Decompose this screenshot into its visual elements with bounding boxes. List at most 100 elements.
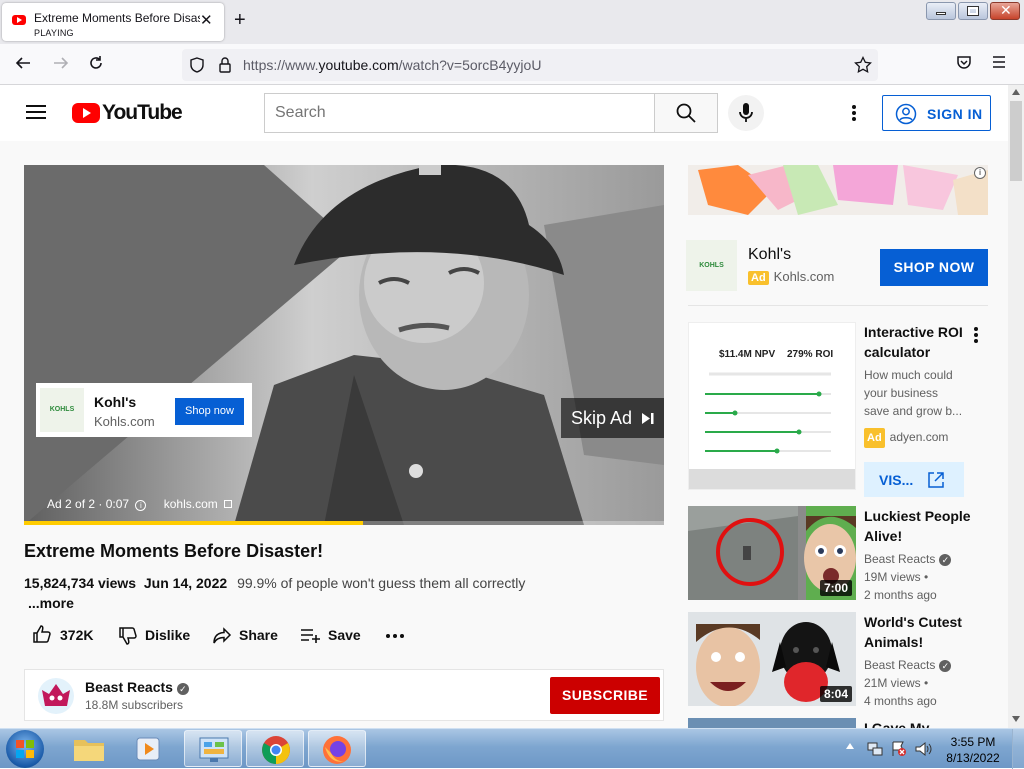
browser-tab-bar: Extreme Moments Before Disaster! PLAYING… [0, 0, 1024, 44]
sign-in-button[interactable]: SIGN IN [882, 95, 991, 131]
lock-icon[interactable] [217, 56, 233, 79]
browser-tab[interactable]: Extreme Moments Before Disaster! PLAYING… [2, 3, 224, 41]
save-button[interactable]: Save [300, 626, 365, 646]
video-thumbnail[interactable]: 7:00 [688, 506, 856, 600]
roi-calculator-thumbnail[interactable]: $11.4M NPV 279% ROI [688, 322, 856, 490]
start-button[interactable] [6, 730, 44, 768]
video-channel[interactable]: Beast Reacts ✓ [864, 656, 952, 674]
like-count: 372K [60, 627, 94, 643]
more-actions-icon[interactable] [386, 626, 406, 646]
visit-label: VIS... [879, 472, 914, 488]
youtube-logo-icon[interactable] [72, 103, 100, 123]
search-input[interactable] [264, 93, 655, 133]
sidebar-ad-domain: Kohls.com [773, 269, 835, 284]
ad-domain-link[interactable]: kohls.com [164, 497, 218, 511]
share-button[interactable]: Share [212, 626, 282, 646]
account-icon [895, 103, 917, 125]
youtube-logo-text[interactable]: YouTube [102, 101, 183, 125]
dislike-button[interactable]: Dislike [118, 626, 193, 646]
video-thumbnail[interactable]: 8:04 [688, 612, 856, 706]
banner-clothing-image [688, 165, 988, 215]
ad-progress-fill [24, 521, 364, 525]
channel-name: Beast Reacts [85, 679, 173, 695]
forward-arrow-icon[interactable] [52, 54, 70, 75]
show-desktop-button[interactable] [1012, 729, 1024, 769]
roi-figure: 279% ROI [787, 349, 834, 360]
promo-desc-line-3: save and grow b... [864, 404, 963, 418]
scrollbar-thumb[interactable] [1010, 101, 1022, 181]
bookmark-star-icon[interactable] [854, 55, 872, 79]
video-title-link[interactable]: World's Cutest Animals! [864, 612, 989, 652]
settings-more-icon[interactable] [852, 105, 856, 121]
channel-avatar[interactable] [38, 678, 74, 714]
video-title-link[interactable]: I Gave My [864, 718, 989, 728]
player-ad-card[interactable]: KOHLS Kohl's Kohls.com Shop now [36, 383, 252, 437]
kohls-logo: KOHLS [40, 388, 84, 432]
tab-title: Extreme Moments Before Disaster! [34, 11, 200, 25]
new-tab-button[interactable]: + [234, 10, 246, 30]
sidebar-divider [688, 305, 988, 306]
player-ad-domain: Kohls.com [94, 414, 155, 429]
promo-more-icon[interactable] [974, 327, 978, 343]
promo-domain: adyen.com [889, 430, 949, 444]
ad-info-icon[interactable]: i [974, 167, 986, 179]
volume-icon[interactable] [914, 740, 932, 758]
microphone-icon [739, 103, 753, 122]
tracking-shield-icon[interactable] [188, 56, 206, 79]
search-icon [676, 103, 696, 123]
window-close-button[interactable]: ✕ [990, 2, 1020, 20]
url-text: https://www.youtube.com/watch?v=5orcB4yy… [243, 57, 542, 73]
pocket-icon[interactable] [955, 54, 973, 75]
video-views: 19M views • [864, 570, 929, 584]
scroll-down-arrow-icon[interactable] [1012, 716, 1020, 722]
subscribe-button[interactable]: SUBSCRIBE [550, 677, 660, 714]
page-scrollbar[interactable] [1008, 85, 1024, 728]
minimize-button[interactable] [926, 2, 956, 20]
video-description: 99.9% of people won't guess them all cor… [237, 575, 526, 591]
dislike-label: Dislike [145, 627, 191, 643]
system-clock[interactable]: 3:55 PM 8/13/2022 [938, 734, 1008, 766]
npv-figure: $11.4M NPV [719, 349, 776, 360]
video-thumbnail[interactable] [688, 718, 856, 728]
taskbar-firefox[interactable] [308, 730, 366, 767]
restore-button[interactable] [958, 2, 988, 20]
ad-progress-bar[interactable] [24, 521, 664, 525]
taskbar-chrome[interactable] [246, 730, 304, 767]
show-more-link[interactable]: ...more [28, 595, 74, 611]
display-ad-banner[interactable]: i [688, 165, 988, 215]
channel-name-link[interactable]: Beast Reacts ✓ [85, 679, 189, 695]
hamburger-menu-icon[interactable] [26, 105, 46, 119]
sidebar-ad-meta: Ad Kohls.com [748, 269, 834, 285]
taskbar-control-panel[interactable] [184, 730, 242, 767]
video-meta[interactable]: 15,824,734 views Jun 14, 2022 99.9% of p… [24, 575, 525, 591]
promo-title[interactable]: Interactive ROI calculator [864, 322, 989, 362]
taskbar-explorer[interactable] [60, 730, 118, 767]
browser-nav-bar: https://www.youtube.com/watch?v=5orcB4yy… [0, 44, 1024, 85]
video-age: 4 months ago [864, 694, 937, 708]
promo-desc-line-2: your business [864, 386, 939, 400]
player-shop-now-button[interactable]: Shop now [175, 398, 244, 425]
network-icon[interactable] [866, 740, 884, 758]
video-channel[interactable]: Beast Reacts ✓ [864, 550, 952, 568]
folder-icon [74, 740, 104, 761]
voice-search-button[interactable] [728, 95, 764, 131]
back-arrow-icon[interactable] [14, 54, 32, 75]
video-frame-image [24, 165, 664, 525]
search-button[interactable] [654, 93, 718, 133]
info-circle-icon[interactable]: i [135, 500, 147, 511]
video-title-link[interactable]: Luckiest People Alive! [864, 506, 989, 546]
ad-info-bar: Ad 2 of 2 · 0:07 i kohls.com [47, 497, 233, 511]
tab-close-icon[interactable]: ✕ [200, 13, 213, 28]
show-hidden-icons-icon[interactable] [846, 743, 854, 749]
reload-icon[interactable] [87, 54, 105, 75]
scroll-up-arrow-icon[interactable] [1012, 89, 1020, 95]
url-bar[interactable]: https://www.youtube.com/watch?v=5orcB4yy… [182, 49, 878, 81]
share-label: Share [239, 627, 278, 643]
shop-now-button[interactable]: SHOP NOW [880, 249, 988, 286]
skip-ad-button[interactable]: Skip Ad [561, 398, 664, 438]
taskbar-media-player[interactable] [120, 730, 178, 767]
visit-site-button[interactable]: VIS... [864, 462, 964, 497]
app-menu-icon[interactable] [991, 54, 1007, 73]
video-player[interactable]: KOHLS Kohl's Kohls.com Shop now Skip Ad … [24, 165, 664, 525]
action-center-flag-icon[interactable] [890, 740, 908, 758]
